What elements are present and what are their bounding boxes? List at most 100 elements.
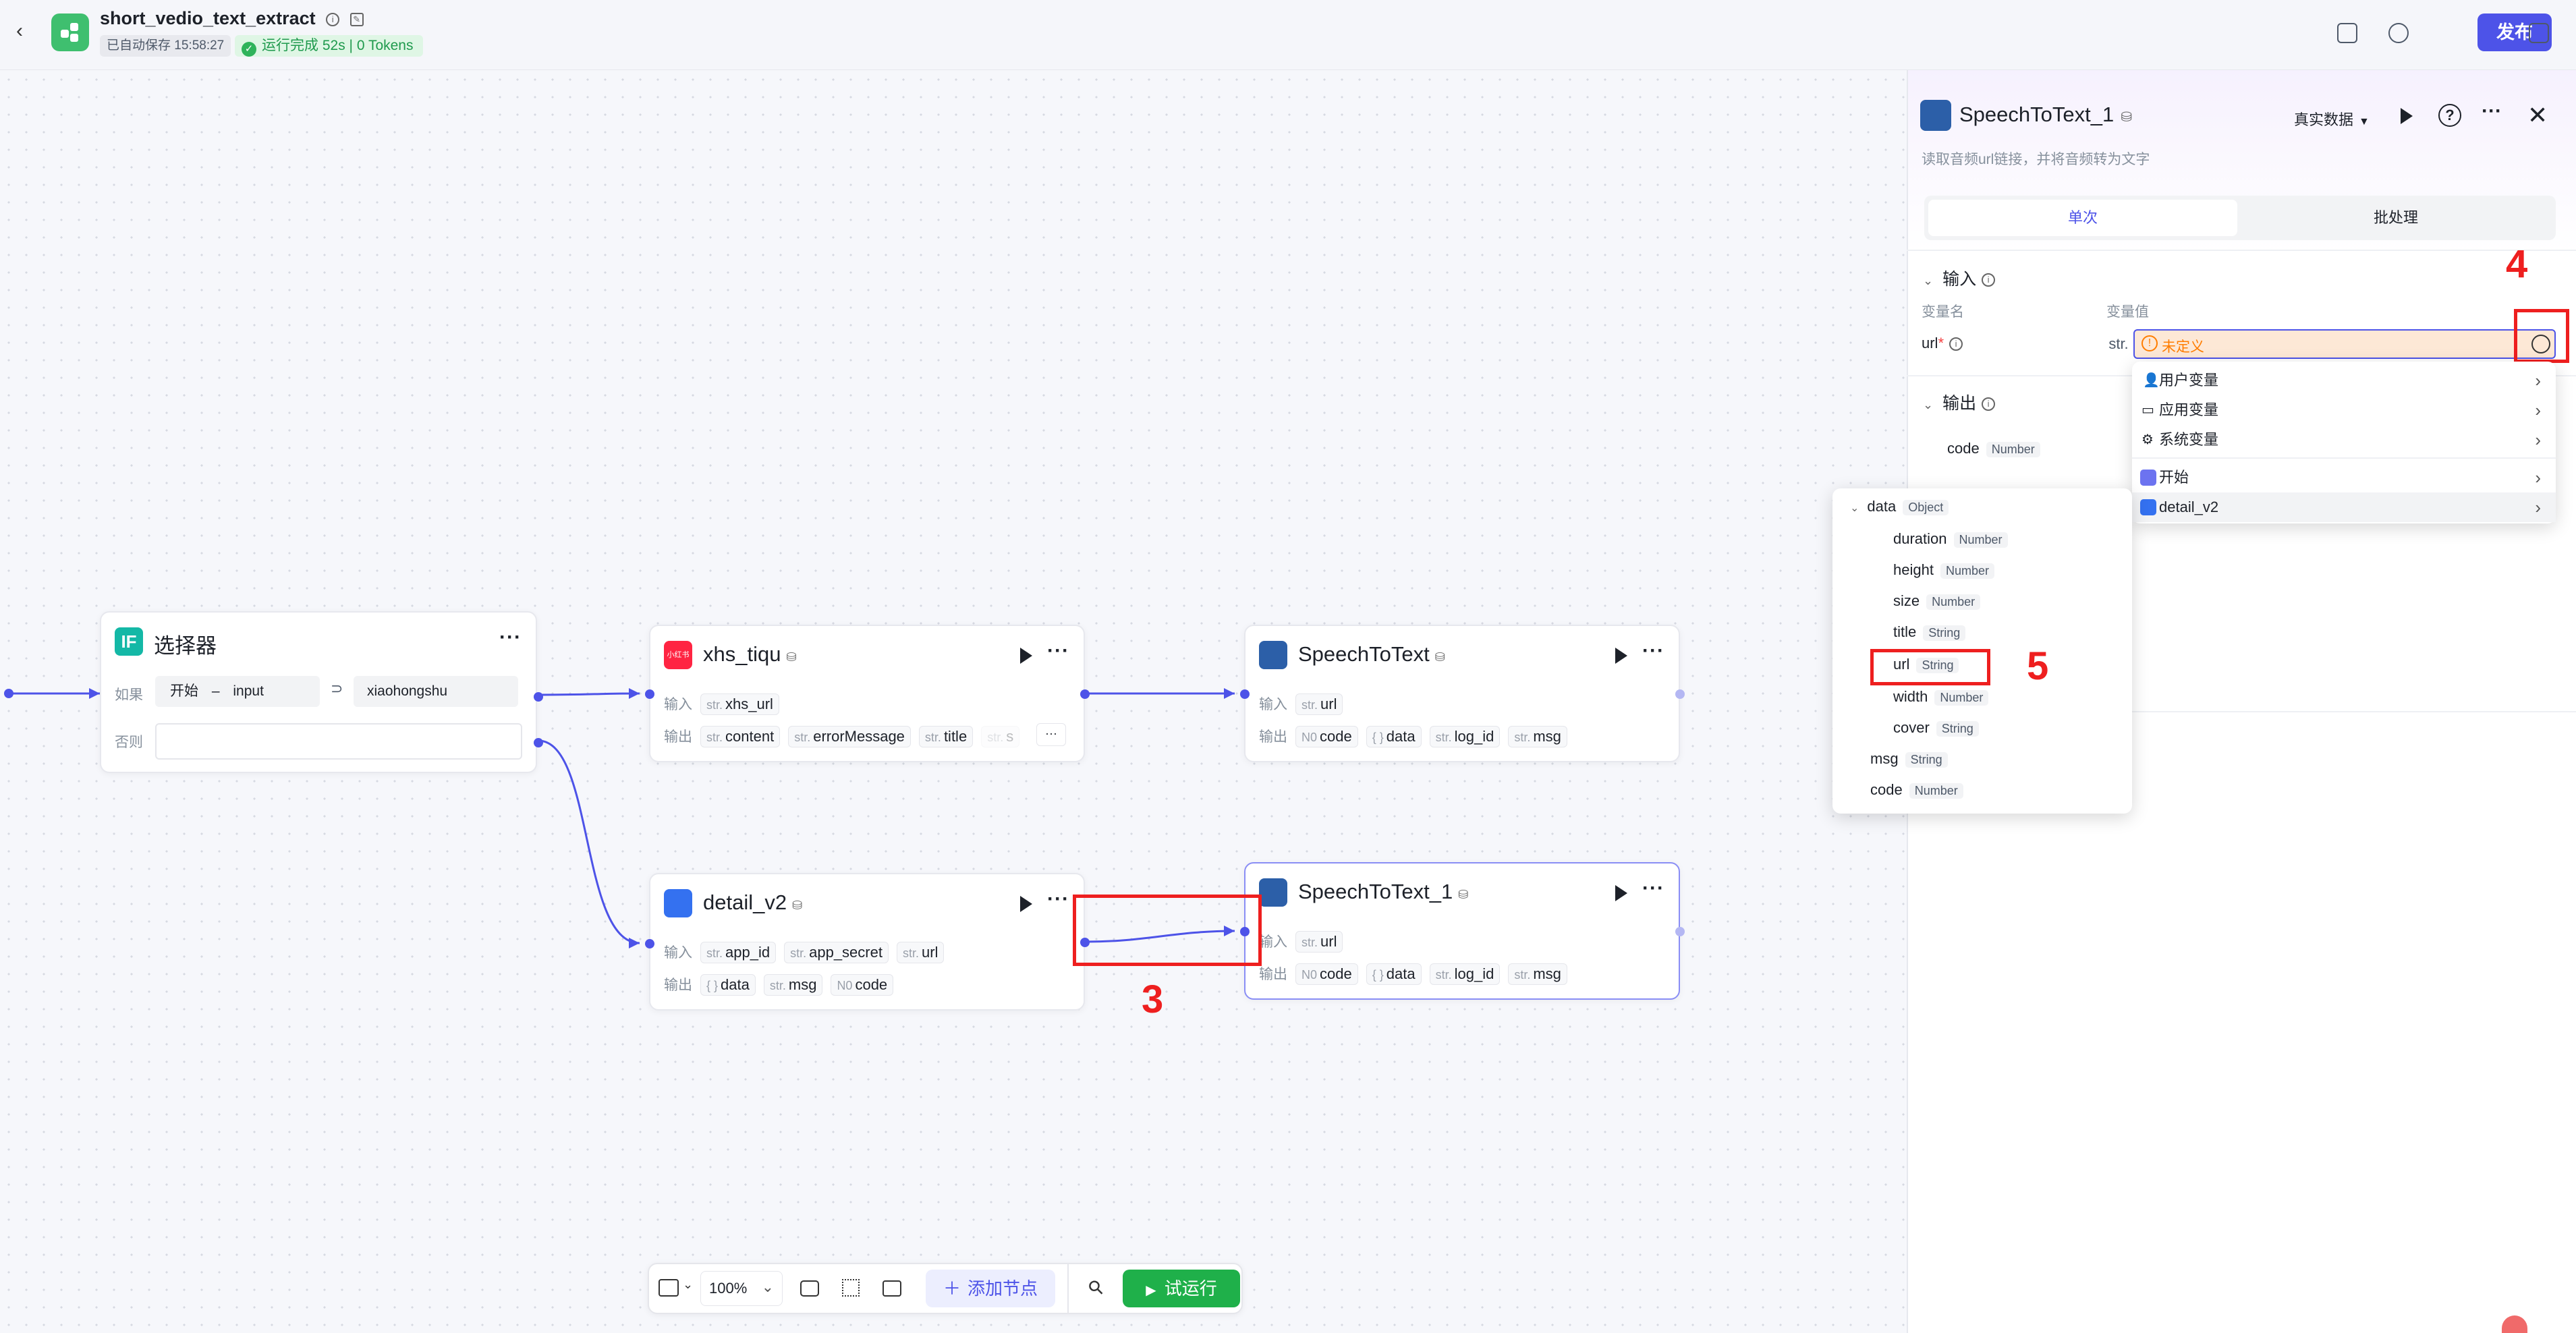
info-icon: i xyxy=(1949,337,1963,351)
speechtotext-1-node[interactable]: SpeechToText_1 ⛁ ··· 输入 str. url 输出 N0 code{ … xyxy=(1240,862,1685,1000)
detail-v2-node[interactable]: detail_v2 ⛁ ··· 输入 str. app_id str. app_secre… xyxy=(645,873,1090,1011)
run-node-icon[interactable] xyxy=(1615,885,1627,901)
output-row: 输出{ } data str. msg N0 code xyxy=(664,974,894,996)
output-port[interactable] xyxy=(1080,689,1090,699)
grid-layout-icon[interactable] xyxy=(842,1279,860,1297)
plugin-icon: ⛁ xyxy=(1434,650,1445,664)
tree-item-msg[interactable]: msg String xyxy=(1870,750,1948,768)
tree-item-size[interactable]: size Number xyxy=(1893,592,1981,610)
output-row: 输出 N0 code{ } data str. log_id str. msg xyxy=(1259,963,1567,985)
output-port[interactable] xyxy=(1675,927,1685,936)
url-value-input[interactable]: ! 未定义 xyxy=(2133,329,2556,359)
comment-icon[interactable] xyxy=(800,1280,819,1297)
edge-selector-xhs xyxy=(538,692,640,696)
chevron-right-icon: › xyxy=(2535,430,2541,450)
start-output-port[interactable] xyxy=(4,689,13,698)
tab-single[interactable]: 单次 xyxy=(1928,200,2237,236)
plugin-icon: ⛁ xyxy=(1458,888,1469,901)
cond-var: input xyxy=(233,683,264,699)
info-icon[interactable]: i xyxy=(1982,397,1996,412)
menu-item-system-vars[interactable]: ⚙ 系统变量 › xyxy=(2132,425,2556,455)
trial-run-button[interactable]: ▶ 试运行 xyxy=(1123,1270,1240,1307)
input-port[interactable] xyxy=(645,689,654,699)
else-output-port[interactable] xyxy=(534,738,543,747)
condition-right[interactable]: xiaohongshu xyxy=(354,676,518,707)
menu-item-start-node[interactable]: 开始 › xyxy=(2132,463,2556,492)
output-row: 输出 str. content str. errorMessage str. title st… xyxy=(664,726,1020,747)
chevron-down-icon: ⌄ xyxy=(1923,398,1934,412)
tab-batch[interactable]: 批处理 xyxy=(2241,200,2550,236)
variable-source-menu: 👤 用户变量 › ▭ 应用变量 › ⚙ 系统变量 › 开始 › detail_v2 › xyxy=(2132,362,2556,523)
run-node-icon[interactable] xyxy=(1615,648,1627,664)
gear-icon: ⚙ xyxy=(2141,432,2154,447)
douyin-icon xyxy=(664,889,692,917)
zoom-select[interactable]: 100% ⌄ xyxy=(700,1271,783,1306)
data-mode-select[interactable]: 真实数据 ▼ xyxy=(2294,108,2370,130)
plugin-icon: ⛁ xyxy=(786,650,797,664)
chevron-down-icon: ⌄ xyxy=(1923,274,1934,287)
minimap-icon[interactable] xyxy=(659,1279,679,1297)
more-outputs-button[interactable]: ··· xyxy=(1036,723,1066,746)
annotation-box-4 xyxy=(2514,309,2569,363)
tree-item-code[interactable]: code Number xyxy=(1870,781,1963,799)
more-icon[interactable]: ··· xyxy=(1047,888,1069,911)
input-port[interactable] xyxy=(645,939,654,948)
if-output-port[interactable] xyxy=(534,692,543,702)
fit-view-icon[interactable] xyxy=(883,1280,901,1297)
divider xyxy=(1907,250,2576,251)
tree-item-duration[interactable]: duration Number xyxy=(1893,530,2008,548)
node-title: xhs_tiqu ⛁ xyxy=(703,642,797,666)
annotation-box-5 xyxy=(1870,649,1990,685)
douyin-icon xyxy=(2140,499,2156,515)
more-icon[interactable]: ··· xyxy=(2482,100,2502,123)
xhs-tiqu-node[interactable]: 小红书 xhs_tiqu ⛁ ··· 输入 str. xhs_url 输出 str. co… xyxy=(645,625,1090,762)
speechtotext-node[interactable]: SpeechToText ⛁ ··· 输入 str. url 输出 N0 code{ } d… xyxy=(1240,625,1685,762)
add-node-button[interactable]: ＋添加节点 xyxy=(926,1270,1055,1307)
run-node-icon[interactable] xyxy=(2401,108,2413,124)
menu-item-user-vars[interactable]: 👤 用户变量 › xyxy=(2132,366,2556,395)
run-mode-tabs: 单次 批处理 xyxy=(1924,196,2556,240)
chevron-right-icon: › xyxy=(2535,400,2541,420)
chevron-down-icon: ⌄ xyxy=(761,1278,774,1295)
output-section-header[interactable]: ⌄ 输出 i xyxy=(1923,390,1996,414)
run-node-icon[interactable] xyxy=(1020,648,1032,664)
selector-node[interactable]: IF 选择器 ··· 如果 开始 – input ⊃ xiaohongshu 否… xyxy=(100,611,543,773)
url-param-label: url* i xyxy=(1922,335,1963,352)
more-icon[interactable]: ··· xyxy=(1642,640,1664,662)
param-tag: str. xhs_url xyxy=(700,693,779,715)
input-port[interactable] xyxy=(1240,689,1250,699)
menu-item-app-vars[interactable]: ▭ 应用变量 › xyxy=(2132,395,2556,425)
tree-item-cover[interactable]: cover String xyxy=(1893,719,1979,737)
node-title: detail_v2 ⛁ xyxy=(703,890,803,914)
operator-contains[interactable]: ⊃ xyxy=(331,680,343,698)
else-branch-box xyxy=(155,723,522,760)
more-icon[interactable]: ··· xyxy=(499,626,522,649)
input-row: 输入 str. xhs_url xyxy=(664,693,779,715)
node-title: SpeechToText_1 ⛁ xyxy=(1298,880,1469,903)
run-node-icon[interactable] xyxy=(1020,896,1032,912)
more-icon[interactable]: ··· xyxy=(1642,877,1664,900)
chevron-down-icon[interactable]: ⌄ xyxy=(683,1278,693,1292)
output-port[interactable] xyxy=(1675,689,1685,699)
speech-icon xyxy=(1259,878,1287,907)
condition-left[interactable]: 开始 – input xyxy=(155,676,320,707)
close-icon[interactable]: ✕ xyxy=(2527,101,2548,130)
tree-item-title[interactable]: title String xyxy=(1893,623,1966,641)
if-icon: IF xyxy=(115,627,143,656)
help-icon[interactable]: ? xyxy=(2438,104,2461,127)
tree-item-height[interactable]: height Number xyxy=(1893,561,1994,579)
annotation-number-3: 3 xyxy=(1142,977,1164,1021)
plugin-icon: ⛁ xyxy=(792,899,803,912)
chevron-right-icon: › xyxy=(2535,497,2541,517)
input-row: 输入 str. app_id str. app_secret str. url xyxy=(664,942,945,963)
chevron-down-icon: ⌄ xyxy=(1850,503,1859,514)
input-section-header[interactable]: ⌄ 输入 i xyxy=(1923,266,1996,290)
chevron-right-icon: › xyxy=(2535,467,2541,488)
more-icon[interactable]: ··· xyxy=(1047,640,1069,662)
tree-item-data[interactable]: ⌄ data Object xyxy=(1850,498,1949,515)
warning-icon: ! xyxy=(2141,335,2158,351)
tree-item-width[interactable]: width Number xyxy=(1893,688,1989,706)
panel-description: 读取音频url链接，并将音频转为文字 xyxy=(1922,152,2150,167)
info-icon[interactable]: i xyxy=(1982,273,1996,287)
menu-item-detail-v2[interactable]: detail_v2 › xyxy=(2132,492,2556,522)
